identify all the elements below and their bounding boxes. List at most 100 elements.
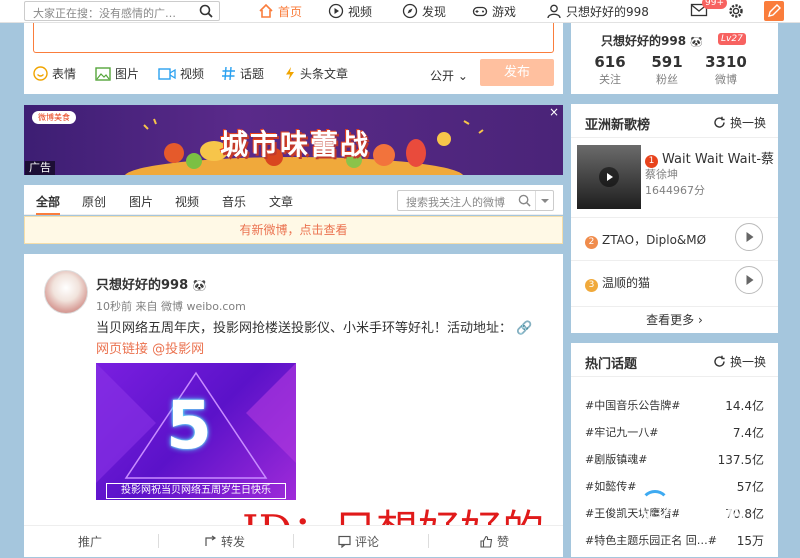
nav-discover[interactable]: 发现 <box>402 2 446 20</box>
repost-button[interactable]: 转发 <box>204 533 245 550</box>
topic-item[interactable]: #如懿传# <box>585 478 636 494</box>
stat-following-value: 616 <box>594 53 626 71</box>
new-posts-notice[interactable]: 有新微博，点击查看 <box>24 216 563 244</box>
smile-icon <box>33 66 48 81</box>
compose-edit-icon[interactable] <box>764 1 784 21</box>
hot-topics-title: 热门话题 <box>585 357 638 372</box>
compose-textarea[interactable] <box>33 23 554 53</box>
stat-posts[interactable]: 3310 微博 <box>700 53 752 87</box>
song-cover[interactable] <box>577 145 641 209</box>
stat-followers[interactable]: 591 粉丝 <box>641 53 693 87</box>
post-username[interactable]: 只想好好的998 🐼 <box>96 274 206 293</box>
topics-refresh-button[interactable]: 换一换 <box>713 353 766 370</box>
feed-search-input[interactable]: 搜索我关注人的微博 <box>397 190 554 211</box>
tab-images[interactable]: 图片 <box>129 193 153 210</box>
ad-close-icon[interactable]: × <box>549 105 559 119</box>
music-refresh-button[interactable]: 换一换 <box>713 114 766 131</box>
tool-topic-label: 话题 <box>240 67 265 81</box>
video-icon <box>328 3 344 19</box>
nav-home[interactable]: 首页 <box>258 2 302 20</box>
feed-filter-bar: 全部 原创 图片 视频 音乐 文章 搜索我关注人的微博 <box>24 185 563 215</box>
tool-video[interactable]: 视频 <box>158 65 204 82</box>
tab-music[interactable]: 音乐 <box>222 193 246 210</box>
profile-name-text: 只想好好的998 <box>601 34 687 48</box>
tool-topic[interactable]: 话题 <box>221 65 264 82</box>
visibility-select[interactable]: 公开 ⌄ <box>430 67 468 84</box>
hashtag-icon <box>221 66 236 81</box>
divider <box>571 260 778 261</box>
song-3-play-button[interactable] <box>735 266 763 294</box>
gear-icon[interactable] <box>727 2 745 20</box>
nav-video-label: 视频 <box>348 4 373 19</box>
search-icon[interactable] <box>199 4 213 18</box>
nav-profile[interactable]: 只想好好的998 <box>546 2 649 20</box>
image-icon <box>95 66 111 81</box>
avatar[interactable] <box>44 270 88 314</box>
like-button[interactable]: 赞 <box>480 533 509 550</box>
search-icon[interactable] <box>518 194 531 207</box>
topic-count: 14.4亿 <box>725 399 764 413</box>
like-label: 赞 <box>497 535 510 549</box>
song-2[interactable]: 2 ZTAO，Diplo&MØ <box>585 231 706 249</box>
post-mention[interactable]: @投影网 <box>152 342 204 357</box>
feed-post: 只想好好的998 🐼 10秒前 来自 微博 weibo.com 当贝网络五周年庆… <box>24 254 563 557</box>
tool-article[interactable]: 头条文章 <box>284 65 348 82</box>
divider <box>293 534 294 548</box>
nav-video[interactable]: 视频 <box>328 2 372 20</box>
top-navigation-bar: 大家正在搜：没有感情的广… 首页 视频 发现 游戏 只想好好的998 99+ <box>0 0 800 23</box>
visibility-value: 公开 <box>430 69 455 83</box>
topic-item[interactable]: #剧版镇魂# <box>585 451 647 467</box>
refresh-icon <box>713 355 726 368</box>
post-username-text: 只想好好的998 <box>96 278 189 293</box>
comment-button[interactable]: 评论 <box>338 533 379 550</box>
level-badge: Lv27 <box>718 33 746 45</box>
song-2-title: ZTAO，Diplo&MØ <box>602 233 707 247</box>
promote-button[interactable]: 推广 <box>78 533 102 550</box>
stat-following[interactable]: 616 关注 <box>584 53 636 87</box>
view-more-link[interactable]: 查看更多 › <box>571 306 778 333</box>
nav-profile-label: 只想好好的998 <box>566 4 649 19</box>
comment-icon <box>338 535 351 548</box>
panda-badge-icon: 🐼 <box>690 37 703 48</box>
profile-name[interactable]: 只想好好的998 🐼 <box>601 32 703 49</box>
message-badge: 99+ <box>702 0 727 9</box>
topic-item[interactable]: #中国音乐公告牌# <box>585 397 680 413</box>
promote-label: 推广 <box>78 535 103 549</box>
tab-all[interactable]: 全部 <box>36 193 60 210</box>
song-1-title[interactable]: 1 Wait Wait Wait-蔡 <box>645 148 774 168</box>
post-image[interactable]: 5 投影网祝当贝网络五周岁生日快乐 <box>96 363 296 500</box>
publish-button[interactable]: 发布 <box>480 59 554 86</box>
song-1-artist[interactable]: 蔡徐坤 <box>645 166 678 182</box>
post-image-number: 5 <box>166 387 212 464</box>
topics-refresh-label: 换一换 <box>729 355 766 369</box>
tab-original[interactable]: 原创 <box>82 193 106 210</box>
tool-video-label: 视频 <box>180 67 205 81</box>
divider <box>428 534 429 548</box>
feed-search-placeholder: 搜索我关注人的微博 <box>406 196 505 209</box>
lightning-icon <box>284 66 296 81</box>
refresh-icon <box>713 116 726 129</box>
tab-articles[interactable]: 文章 <box>269 193 293 210</box>
song-2-play-button[interactable] <box>735 223 763 251</box>
nav-games[interactable]: 游戏 <box>472 2 516 20</box>
search-input[interactable]: 大家正在搜：没有感情的广… <box>24 1 220 21</box>
tool-emoji[interactable]: 表情 <box>33 65 76 82</box>
ad-banner[interactable]: 微博美食 城市味蕾战 广告 × <box>24 105 563 175</box>
play-icon[interactable] <box>599 167 619 187</box>
song-3[interactable]: 3 温顺的猫 <box>585 274 650 292</box>
ad-title: 城市味蕾战 <box>220 128 371 161</box>
thumbs-up-icon <box>480 535 493 548</box>
tab-videos[interactable]: 视频 <box>175 193 199 210</box>
post-link[interactable]: 网页链接 <box>96 342 148 357</box>
divider <box>571 376 778 377</box>
ad-tag: 广告 <box>25 161 55 175</box>
panda-badge-icon: 🐼 <box>192 279 207 292</box>
topic-count: 137.5亿 <box>717 453 764 467</box>
dropdown-arrow-icon[interactable] <box>535 191 553 210</box>
tool-image[interactable]: 图片 <box>95 65 139 82</box>
chevron-down-icon: ⌄ <box>457 69 468 83</box>
topic-item[interactable]: #牢记九一八# <box>585 424 658 440</box>
song-1-score: 1644967分 <box>645 184 705 197</box>
active-tab-indicator <box>36 213 60 215</box>
nav-games-label: 游戏 <box>492 4 517 19</box>
